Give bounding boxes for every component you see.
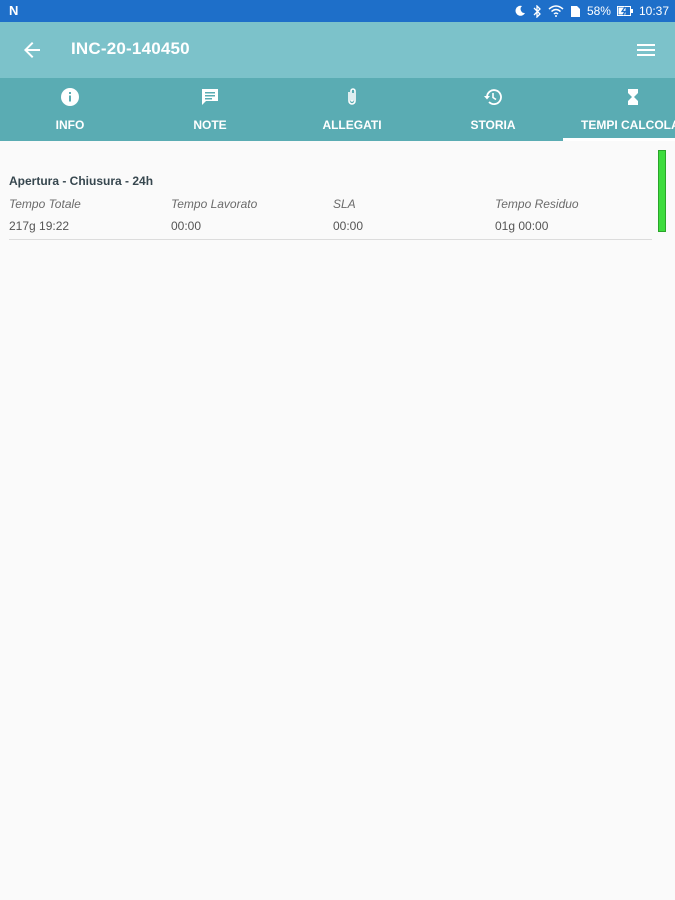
paperclip-icon — [348, 88, 356, 105]
column-value: 217g 19:22 — [9, 219, 70, 233]
column-value: 00:00 — [171, 219, 202, 233]
tab-allegati-label: ALLEGATI — [322, 118, 382, 132]
active-tab-indicator — [563, 138, 675, 141]
history-icon — [484, 89, 502, 105]
tab-allegati[interactable]: ALLEGATI — [282, 78, 422, 141]
battery-percent: 58% — [586, 4, 611, 18]
info-icon — [61, 88, 79, 106]
column-label: Tempo Residuo — [495, 197, 579, 211]
tab-info-label: INFO — [55, 118, 85, 132]
back-arrow-icon[interactable] — [20, 38, 44, 62]
card-title: Apertura - Chiusura - 24h — [9, 174, 154, 188]
status-icons: 58% 10:37 — [514, 0, 669, 22]
tab-bar: INFO NOTE ALLEGATI STORIA TEMPI CALCOLA — [0, 78, 675, 141]
moon-icon — [515, 5, 525, 16]
hourglass-icon — [628, 89, 638, 105]
timing-card[interactable]: Apertura - Chiusura - 24h Tempo Totale 2… — [9, 150, 652, 240]
column-value: 01g 00:00 — [495, 219, 549, 233]
tab-info[interactable]: INFO — [0, 78, 140, 141]
comment-icon — [202, 89, 218, 105]
notification-app-icon: N — [9, 3, 18, 18]
battery-charging-icon — [616, 6, 633, 16]
tab-note-label: NOTE — [193, 118, 227, 132]
sim-card-icon — [570, 5, 580, 17]
status-bar: N 58% 10:37 — [0, 0, 675, 22]
clock: 10:37 — [638, 4, 669, 18]
hamburger-menu-icon[interactable] — [635, 39, 657, 61]
tab-note[interactable]: NOTE — [140, 78, 280, 141]
column-sla: SLA 00:00 — [333, 196, 493, 234]
column-value: 00:00 — [333, 219, 364, 233]
column-label: SLA — [333, 197, 356, 211]
column-tempo-lavorato: Tempo Lavorato 00:00 — [171, 196, 331, 234]
tab-tempi-calcolati[interactable]: TEMPI CALCOLA — [563, 78, 675, 141]
tab-storia[interactable]: STORIA — [423, 78, 563, 141]
column-tempo-totale: Tempo Totale 217g 19:22 — [9, 196, 169, 234]
tab-storia-label: STORIA — [470, 118, 516, 132]
bluetooth-icon — [533, 4, 541, 18]
app-bar: INC-20-140450 — [0, 22, 675, 78]
column-tempo-residuo: Tempo Residuo 01g 00:00 — [495, 196, 655, 234]
column-label: Tempo Lavorato — [171, 197, 258, 211]
wifi-icon — [548, 5, 564, 17]
page-title: INC-20-140450 — [71, 39, 190, 58]
tab-tempi-label: TEMPI CALCOLA — [581, 118, 675, 132]
sla-status-indicator — [658, 150, 666, 232]
column-label: Tempo Totale — [9, 197, 81, 211]
